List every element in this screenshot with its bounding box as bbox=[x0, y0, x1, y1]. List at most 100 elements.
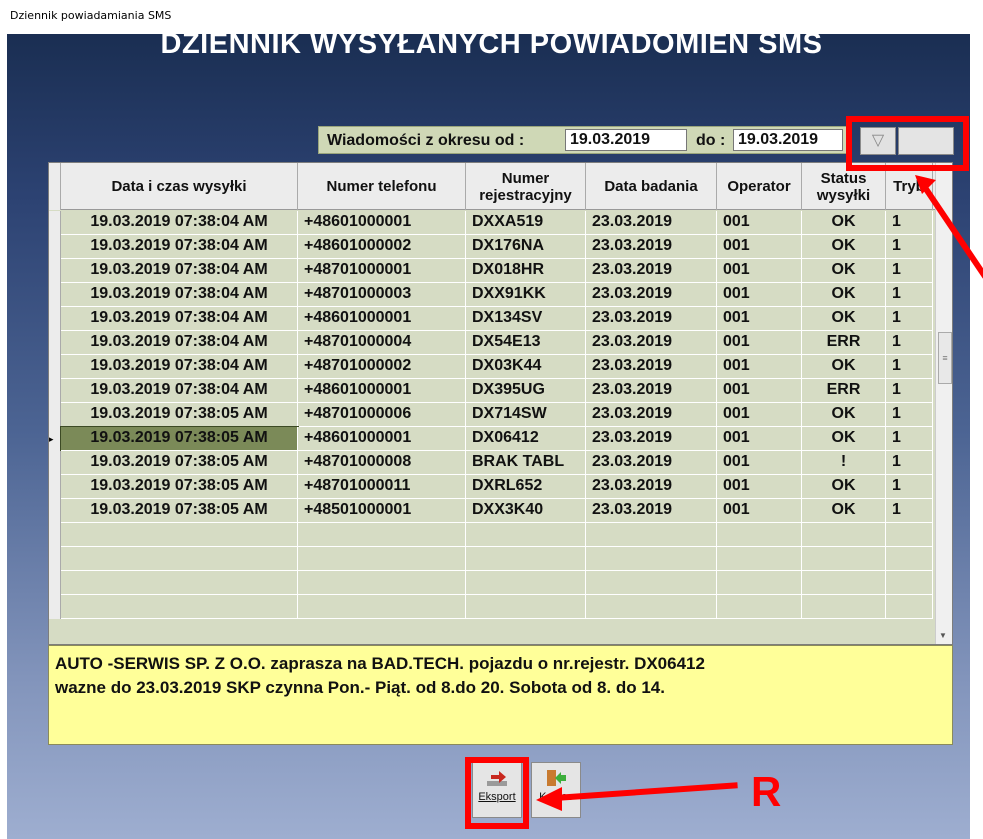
table-cell[interactable]: 001 bbox=[717, 211, 802, 235]
table-row[interactable] bbox=[49, 523, 933, 547]
table-cell[interactable]: +48701000006 bbox=[298, 403, 466, 427]
table-cell[interactable]: 19.03.2019 07:38:04 AM bbox=[61, 355, 298, 379]
row-selector[interactable] bbox=[49, 595, 61, 619]
table-cell[interactable]: OK bbox=[802, 475, 886, 499]
table-row[interactable]: 19.03.2019 07:38:04 AM +48601000002 DX176N… bbox=[49, 235, 933, 259]
table-cell[interactable]: DX018HR bbox=[466, 259, 586, 283]
table-cell[interactable]: OK bbox=[802, 283, 886, 307]
table-cell[interactable]: 1 bbox=[886, 259, 933, 283]
table-cell[interactable]: 23.03.2019 bbox=[586, 235, 717, 259]
row-selector[interactable] bbox=[49, 235, 61, 259]
table-cell[interactable]: ! bbox=[802, 451, 886, 475]
table-cell[interactable]: +48601000001 bbox=[298, 307, 466, 331]
table-row[interactable]: ▸ 19.03.2019 07:38:05 AM +48601000001 DX064… bbox=[49, 426, 933, 452]
table-cell[interactable]: 23.03.2019 bbox=[586, 355, 717, 379]
table-cell[interactable]: ERR bbox=[802, 379, 886, 403]
table-cell[interactable]: +48601000002 bbox=[298, 235, 466, 259]
table-cell[interactable]: +48701000002 bbox=[298, 355, 466, 379]
column-header[interactable]: Data i czas wysyłki bbox=[61, 163, 298, 210]
table-row[interactable] bbox=[49, 571, 933, 595]
table-cell[interactable]: +48701000008 bbox=[298, 451, 466, 475]
table-cell[interactable]: 19.03.2019 07:38:04 AM bbox=[61, 211, 298, 235]
table-cell[interactable]: 23.03.2019 bbox=[586, 307, 717, 331]
table-row[interactable]: 19.03.2019 07:38:05 AM +48701000006 DX714S… bbox=[49, 403, 933, 427]
table-cell[interactable]: OK bbox=[802, 403, 886, 427]
table-cell[interactable] bbox=[886, 595, 933, 619]
table-cell[interactable]: +48701000001 bbox=[298, 259, 466, 283]
table-cell[interactable]: 23.03.2019 bbox=[586, 475, 717, 499]
column-header[interactable]: Numer telefonu bbox=[298, 163, 466, 210]
table-cell[interactable]: 1 bbox=[886, 475, 933, 499]
row-selector[interactable] bbox=[49, 523, 61, 547]
table-cell[interactable] bbox=[61, 547, 298, 571]
column-header[interactable]: Operator bbox=[717, 163, 802, 210]
table-cell[interactable]: 1 bbox=[886, 307, 933, 331]
table-cell[interactable]: 001 bbox=[717, 499, 802, 523]
row-selector[interactable] bbox=[49, 211, 61, 235]
row-selector[interactable] bbox=[49, 451, 61, 475]
table-row[interactable]: 19.03.2019 07:38:05 AM +48701000011 DXRL65… bbox=[49, 475, 933, 499]
table-cell[interactable]: 19.03.2019 07:38:05 AM bbox=[61, 499, 298, 523]
table-cell[interactable]: 001 bbox=[717, 307, 802, 331]
table-cell[interactable]: DXX3K40 bbox=[466, 499, 586, 523]
column-header[interactable]: Numer rejestracyjny bbox=[466, 163, 586, 210]
table-cell[interactable]: 1 bbox=[886, 379, 933, 403]
table-cell[interactable] bbox=[886, 523, 933, 547]
table-cell[interactable] bbox=[717, 523, 802, 547]
table-cell[interactable]: 1 bbox=[886, 235, 933, 259]
column-header[interactable]: Data badania bbox=[586, 163, 717, 210]
table-cell[interactable]: DXX91KK bbox=[466, 283, 586, 307]
table-row[interactable]: 19.03.2019 07:38:04 AM +48701000002 DX03K4… bbox=[49, 355, 933, 379]
table-cell[interactable]: 1 bbox=[886, 331, 933, 355]
row-selector[interactable] bbox=[49, 379, 61, 403]
table-cell[interactable]: 001 bbox=[717, 355, 802, 379]
row-selector[interactable] bbox=[49, 259, 61, 283]
table-cell[interactable]: 19.03.2019 07:38:05 AM bbox=[60, 426, 299, 452]
table-cell[interactable]: +48701000004 bbox=[298, 331, 466, 355]
table-row[interactable]: 19.03.2019 07:38:04 AM +48601000001 DX395U… bbox=[49, 379, 933, 403]
table-cell[interactable]: ERR bbox=[802, 331, 886, 355]
table-cell[interactable] bbox=[466, 595, 586, 619]
table-cell[interactable]: 001 bbox=[717, 475, 802, 499]
table-cell[interactable]: +48601000001 bbox=[298, 427, 466, 451]
table-cell[interactable]: 19.03.2019 07:38:04 AM bbox=[61, 235, 298, 259]
table-cell[interactable]: DX134SV bbox=[466, 307, 586, 331]
table-cell[interactable] bbox=[717, 595, 802, 619]
table-cell[interactable]: 19.03.2019 07:38:05 AM bbox=[61, 451, 298, 475]
table-cell[interactable]: 23.03.2019 bbox=[586, 259, 717, 283]
table-cell[interactable]: 1 bbox=[886, 499, 933, 523]
table-cell[interactable]: +48701000003 bbox=[298, 283, 466, 307]
table-cell[interactable] bbox=[802, 595, 886, 619]
table-row[interactable]: 19.03.2019 07:38:04 AM +48701000001 DX018H… bbox=[49, 259, 933, 283]
table-cell[interactable]: DX54E13 bbox=[466, 331, 586, 355]
table-cell[interactable] bbox=[298, 547, 466, 571]
table-cell[interactable]: OK bbox=[802, 259, 886, 283]
table-cell[interactable]: 1 bbox=[886, 283, 933, 307]
table-row[interactable]: 19.03.2019 07:38:04 AM +48601000001 DX134S… bbox=[49, 307, 933, 331]
table-cell[interactable]: OK bbox=[802, 499, 886, 523]
table-cell[interactable]: OK bbox=[802, 211, 886, 235]
table-cell[interactable]: BRAK TABL bbox=[466, 451, 586, 475]
table-cell[interactable] bbox=[298, 571, 466, 595]
date-to-input[interactable]: 19.03.2019 bbox=[733, 129, 843, 151]
table-row[interactable]: 19.03.2019 07:38:04 AM +48701000003 DXX91K… bbox=[49, 283, 933, 307]
row-selector[interactable] bbox=[49, 403, 61, 427]
table-cell[interactable] bbox=[717, 571, 802, 595]
table-row[interactable] bbox=[49, 547, 933, 571]
table-cell[interactable] bbox=[586, 547, 717, 571]
table-cell[interactable] bbox=[298, 523, 466, 547]
table-cell[interactable] bbox=[61, 571, 298, 595]
table-cell[interactable] bbox=[802, 547, 886, 571]
table-cell[interactable]: 23.03.2019 bbox=[586, 211, 717, 235]
table-cell[interactable]: OK bbox=[802, 235, 886, 259]
table-cell[interactable]: 001 bbox=[717, 451, 802, 475]
table-cell[interactable]: 19.03.2019 07:38:04 AM bbox=[61, 307, 298, 331]
table-cell[interactable] bbox=[717, 547, 802, 571]
table-cell[interactable]: DX06412 bbox=[466, 427, 586, 451]
table-cell[interactable]: DXRL652 bbox=[466, 475, 586, 499]
table-cell[interactable]: DX714SW bbox=[466, 403, 586, 427]
row-selector[interactable] bbox=[49, 355, 61, 379]
table-cell[interactable] bbox=[586, 523, 717, 547]
table-row[interactable]: 19.03.2019 07:38:04 AM +48601000001 DXXA51… bbox=[49, 211, 933, 235]
table-cell[interactable]: +48701000011 bbox=[298, 475, 466, 499]
